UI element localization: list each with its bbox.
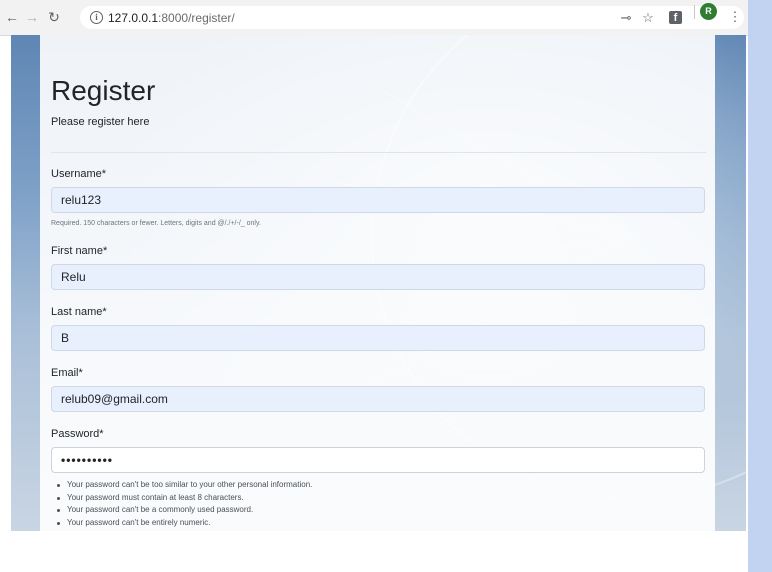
- first-name-input[interactable]: [51, 264, 705, 290]
- password-help-item: Your password must contain at least 8 ch…: [56, 492, 312, 505]
- url-path: :8000/register/: [158, 11, 235, 25]
- email-input[interactable]: [51, 386, 705, 412]
- browser-toolbar: ← → ↻ i 127.0.0.1:8000/register/ ⊸ ☆ f R…: [0, 0, 748, 36]
- facebook-icon[interactable]: f: [669, 11, 682, 24]
- address-bar[interactable]: i 127.0.0.1:8000/register/ ⊸ ☆ f: [80, 6, 744, 29]
- password-input[interactable]: [51, 447, 705, 473]
- star-icon[interactable]: ☆: [640, 10, 656, 26]
- kebab-menu-icon[interactable]: ⋮: [727, 9, 743, 25]
- side-panel: [748, 0, 772, 572]
- page-title: Register: [51, 75, 156, 106]
- password-help-item: Your password can't be too similar to yo…: [56, 479, 312, 492]
- avatar[interactable]: R: [700, 3, 717, 20]
- divider: [51, 152, 706, 153]
- last-name-input[interactable]: [51, 325, 705, 351]
- username-help-text: Required. 150 characters or fewer. Lette…: [51, 220, 261, 227]
- username-input[interactable]: [51, 187, 705, 213]
- reload-icon[interactable]: ↻: [46, 9, 62, 25]
- first-name-label: First name*: [51, 245, 108, 257]
- last-name-label: Last name*: [51, 306, 107, 318]
- email-label: Email*: [51, 367, 83, 379]
- page-viewport: Register Please register here Username* …: [11, 35, 746, 531]
- url-text[interactable]: 127.0.0.1:8000/register/: [108, 11, 235, 25]
- info-icon[interactable]: i: [90, 11, 103, 24]
- url-host: 127.0.0.1: [108, 11, 159, 25]
- key-icon[interactable]: ⊸: [618, 10, 634, 26]
- password-help-item: Your password can't be a commonly used p…: [56, 504, 312, 517]
- username-label: Username*: [51, 168, 107, 180]
- password-help-item: Your password can't be entirely numeric.: [56, 517, 312, 530]
- password-label: Password*: [51, 428, 104, 440]
- arrow-left-icon[interactable]: ←: [4, 9, 20, 25]
- register-card: Register Please register here Username* …: [40, 35, 715, 531]
- arrow-right-icon[interactable]: →: [24, 9, 40, 25]
- password-help-list: Your password can't be too similar to yo…: [56, 479, 312, 530]
- toolbar-separator: [694, 5, 695, 19]
- page-subtitle: Please register here: [51, 116, 150, 128]
